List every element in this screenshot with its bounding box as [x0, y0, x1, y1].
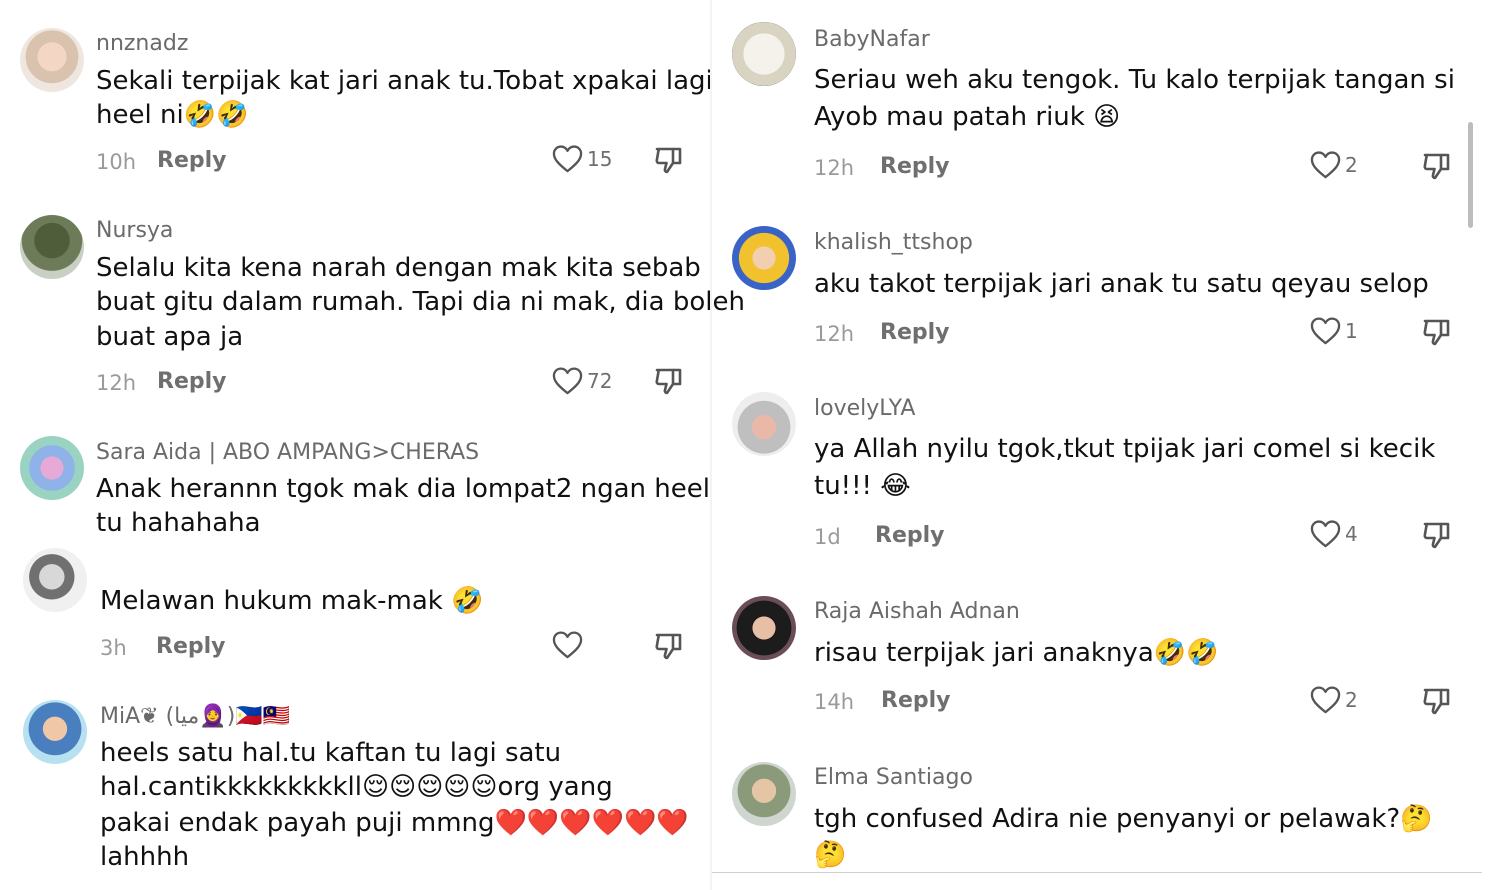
like-button[interactable]: 1	[1310, 316, 1358, 346]
like-count: 72	[587, 369, 613, 393]
thumbs-down-icon[interactable]	[654, 366, 684, 396]
heart-outline-icon	[1310, 150, 1341, 180]
thumbs-down-icon[interactable]	[1422, 686, 1452, 716]
avatar[interactable]	[732, 22, 796, 86]
like-button[interactable]: 2	[1310, 685, 1358, 715]
heart-outline-icon	[552, 144, 583, 174]
comment-timestamp: 14h	[814, 690, 855, 714]
like-count: 15	[587, 147, 613, 171]
comment-timestamp: 1d	[814, 525, 841, 549]
comment-text-line: heels satu hal.tu kaftan tu lagi satu	[100, 738, 562, 768]
comment-timestamp: 12h	[814, 322, 855, 346]
heart-outline-icon	[1310, 316, 1341, 346]
like-button[interactable]: 15	[552, 144, 612, 174]
comment-text-line: aku takot terpijak jari anak tu satu qey…	[814, 269, 1429, 299]
comment-text-line: Ayob mau patah riuk 😫	[814, 102, 1121, 132]
comment-timestamp: 10h	[96, 150, 137, 174]
comment-text-line: lahhhh	[100, 842, 190, 872]
comment-username[interactable]: Elma Santiago	[814, 765, 973, 790]
comment-timestamp: 3h	[100, 636, 127, 660]
comment-username[interactable]: Raja Aishah Adnan	[814, 599, 1020, 624]
comment-username[interactable]: nnznadz	[96, 31, 188, 56]
avatar[interactable]	[732, 596, 796, 660]
right-comment-column: BabyNafar Seriau weh aku tengok. Tu kalo…	[710, 0, 1498, 890]
comment-username[interactable]: khalish_ttshop	[814, 230, 973, 255]
comment-text-line: buat apa ja	[96, 322, 244, 352]
reply-button[interactable]: Reply	[157, 148, 227, 173]
like-button[interactable]: 72	[552, 366, 612, 396]
comment-text-line: tu!!! 😂	[814, 471, 911, 501]
thumbs-down-icon[interactable]	[1422, 520, 1452, 550]
thumbs-down-icon[interactable]	[654, 631, 684, 661]
heart-outline-icon	[552, 630, 583, 660]
heart-outline-icon	[552, 366, 583, 396]
bottom-divider	[712, 872, 1482, 873]
comment-text-line: Anak herannn tgok mak dia lompat2 ngan h…	[96, 474, 710, 504]
reply-button[interactable]: Reply	[156, 634, 226, 659]
avatar[interactable]	[732, 762, 796, 826]
reply-button[interactable]: Reply	[880, 320, 950, 345]
comment-username[interactable]: Sara Aida | ABO AMPANG>CHERAS	[96, 440, 479, 465]
like-count: 2	[1345, 153, 1358, 177]
avatar[interactable]	[20, 28, 84, 92]
reply-button[interactable]: Reply	[157, 369, 227, 394]
reply-button[interactable]: Reply	[875, 523, 945, 548]
like-count: 4	[1345, 522, 1358, 546]
comment-text-line: Melawan hukum mak-mak 🤣	[100, 586, 484, 616]
comment-text-line: heel ni🤣🤣	[96, 100, 249, 130]
heart-outline-icon	[1310, 519, 1341, 549]
comment-username[interactable]: BabyNafar	[814, 27, 930, 52]
comment-text-line: 🤔	[814, 840, 847, 870]
left-comment-column: nnznadz Sekali terpijak kat jari anak tu…	[0, 0, 745, 890]
like-count: 2	[1345, 688, 1358, 712]
avatar[interactable]	[23, 548, 87, 612]
avatar[interactable]	[732, 226, 796, 290]
avatar[interactable]	[23, 700, 87, 764]
thumbs-down-icon[interactable]	[1422, 317, 1452, 347]
thumbs-down-icon[interactable]	[1422, 151, 1452, 181]
reply-button[interactable]: Reply	[880, 154, 950, 179]
comment-text-line: Seriau weh aku tengok. Tu kalo terpijak …	[814, 65, 1455, 95]
comment-text-line: buat gitu dalam rumah. Tapi dia ni mak, …	[96, 287, 745, 317]
comment-text-line: Sekali terpijak kat jari anak tu.Tobat x…	[96, 66, 713, 96]
like-button[interactable]: 2	[1310, 150, 1358, 180]
comment-text-line: risau terpijak jari anaknya🤣🤣	[814, 638, 1219, 668]
comment-timestamp: 12h	[814, 156, 855, 180]
comment-username[interactable]: Nursya	[96, 218, 173, 243]
comment-text-line: Selalu kita kena narah dengan mak kita s…	[96, 253, 701, 283]
comment-text-line: ya Allah nyilu tgok,tkut tpijak jari com…	[814, 434, 1436, 464]
like-count: 1	[1345, 319, 1358, 343]
comment-text-line: hal.cantikkkkkkkkkll😌😌😌😌😌org yang	[100, 772, 613, 802]
comment-text-line: tu hahahaha	[96, 508, 261, 538]
comment-username[interactable]: MiA❦ (ميا🧕)🇵🇭🇲🇾	[100, 704, 290, 729]
like-button[interactable]: 4	[1310, 519, 1358, 549]
comment-timestamp: 12h	[96, 371, 137, 395]
comment-username[interactable]: lovelyLYA	[814, 396, 915, 421]
thumbs-down-icon[interactable]	[654, 145, 684, 175]
heart-outline-icon	[1310, 685, 1341, 715]
reply-button[interactable]: Reply	[881, 688, 951, 713]
avatar[interactable]	[20, 436, 84, 500]
scrollbar[interactable]	[1468, 122, 1473, 228]
avatar[interactable]	[20, 215, 84, 279]
comment-text-line: tgh confused Adira nie penyanyi or pelaw…	[814, 804, 1433, 834]
like-button[interactable]	[552, 630, 587, 660]
comment-text-line: pakai endak payah puji mmng❤️❤️❤️❤️❤️❤️	[100, 808, 689, 838]
avatar[interactable]	[732, 392, 796, 456]
